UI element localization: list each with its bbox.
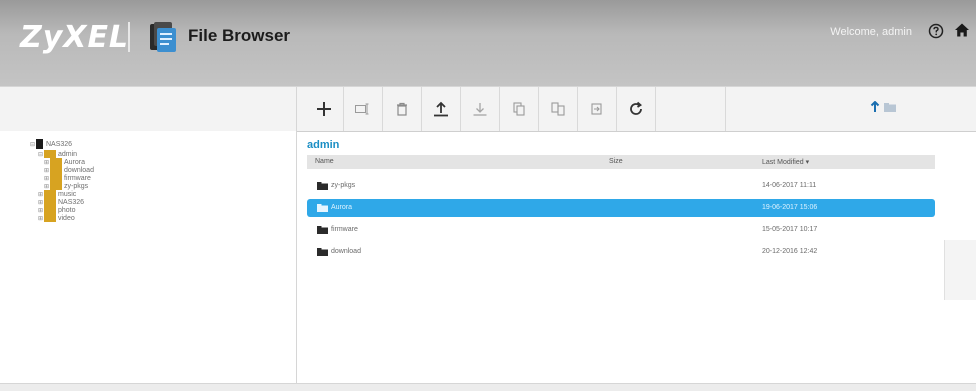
share-icon bbox=[590, 103, 602, 115]
column-name-header[interactable]: Name bbox=[315, 158, 334, 165]
file-name: firmware bbox=[331, 226, 358, 233]
file-modified: 14-06-2017 11:11 bbox=[762, 182, 817, 189]
download-button[interactable] bbox=[460, 87, 500, 131]
zyxel-logo: ZyXEL bbox=[20, 20, 130, 55]
folder-icon bbox=[44, 214, 56, 222]
column-size-header[interactable]: Size bbox=[609, 158, 623, 165]
app-header: ZyXEL File Browser Welcome, admin bbox=[0, 0, 976, 86]
upload-icon bbox=[433, 101, 448, 117]
refresh-button[interactable] bbox=[616, 87, 656, 131]
logo-divider bbox=[128, 22, 130, 52]
app-title: File Browser bbox=[188, 26, 291, 45]
toolbar-tree-spacer bbox=[0, 87, 297, 131]
download-icon bbox=[473, 103, 486, 116]
parent-folder-button[interactable] bbox=[870, 101, 896, 113]
scrollbar[interactable] bbox=[944, 240, 976, 300]
nas-device-icon bbox=[36, 139, 43, 149]
refresh-icon bbox=[629, 101, 642, 115]
column-modified-header[interactable]: Last Modified ▾ bbox=[762, 158, 809, 166]
toolbar bbox=[0, 86, 976, 132]
trash-icon bbox=[396, 102, 407, 116]
table-row[interactable]: Aurora 19-06-2017 15:06 bbox=[307, 199, 935, 217]
delete-button[interactable] bbox=[382, 87, 422, 131]
upload-button[interactable] bbox=[421, 87, 461, 131]
table-row[interactable]: zy-pkgs 14-06-2017 11:11 bbox=[307, 177, 935, 195]
toolbar-spacer bbox=[655, 87, 726, 131]
rename-button[interactable] bbox=[343, 87, 383, 131]
tree-node-label: video bbox=[58, 214, 75, 222]
tree-root[interactable]: ⊟ NAS326 bbox=[30, 139, 72, 149]
table-row[interactable]: firmware 15-05-2017 10:17 bbox=[307, 221, 935, 239]
file-table-header: Name Size Last Modified ▾ bbox=[307, 155, 935, 169]
table-row[interactable]: download 20-12-2016 12:42 bbox=[307, 243, 935, 261]
move-button[interactable] bbox=[538, 87, 578, 131]
file-name: Aurora bbox=[331, 204, 353, 211]
folder-icon bbox=[884, 102, 896, 112]
plus-icon bbox=[316, 102, 331, 116]
folder-icon bbox=[317, 182, 328, 190]
up-arrow-icon bbox=[870, 101, 880, 112]
help-icon[interactable] bbox=[928, 23, 944, 39]
file-modified: 15-05-2017 10:17 bbox=[762, 226, 818, 233]
tree-root-label: NAS326 bbox=[46, 140, 73, 148]
breadcrumb[interactable]: admin bbox=[307, 139, 339, 151]
folder-icon bbox=[317, 226, 328, 234]
add-folder-button[interactable] bbox=[304, 87, 344, 131]
share-button[interactable] bbox=[577, 87, 617, 131]
rename-icon bbox=[354, 103, 368, 115]
file-name: zy-pkgs bbox=[331, 182, 356, 189]
folder-icon bbox=[317, 248, 328, 256]
home-icon[interactable] bbox=[954, 22, 970, 38]
copy-icon bbox=[512, 102, 525, 116]
file-modified: 19-06-2017 15:06 bbox=[762, 204, 818, 211]
file-browser-app-icon bbox=[148, 20, 178, 54]
file-name: download bbox=[331, 248, 361, 255]
file-modified: 20-12-2016 12:42 bbox=[762, 248, 818, 255]
file-list-panel: admin Name Size Last Modified ▾ zy-pkgs 1… bbox=[297, 131, 976, 383]
welcome-text: Welcome, admin bbox=[830, 26, 912, 38]
folder-tree: ⊟ NAS326 ⊟ admin ⊞ Aurora ⊞ download ⊞ firmware… bbox=[0, 131, 297, 383]
folder-icon bbox=[317, 204, 328, 212]
tree-node[interactable]: ⊞ video bbox=[38, 213, 75, 223]
copy-button[interactable] bbox=[499, 87, 539, 131]
move-icon bbox=[550, 102, 565, 116]
